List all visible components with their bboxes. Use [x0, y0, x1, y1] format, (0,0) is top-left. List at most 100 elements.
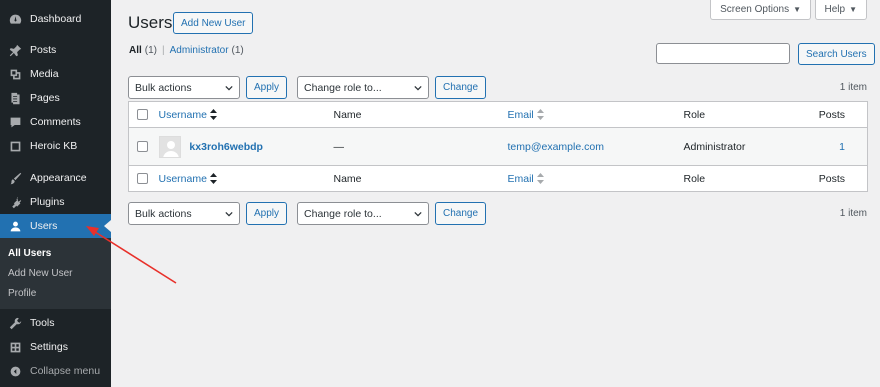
- column-email-footer[interactable]: Email: [502, 166, 678, 192]
- help-label: Help: [824, 4, 846, 15]
- menu-item-appearance[interactable]: Appearance: [0, 166, 111, 190]
- users-icon: [0, 220, 30, 233]
- sort-icon: [209, 109, 217, 121]
- chevron-down-icon: [225, 85, 233, 90]
- menu-label: Pages: [30, 92, 60, 104]
- filter-admin-count: (1): [231, 45, 244, 56]
- filter-separator: |: [162, 45, 165, 56]
- column-name: Name: [333, 108, 362, 121]
- admin-sidebar: Dashboard Posts Media Pages Comments Her…: [0, 0, 111, 387]
- menu-item-users[interactable]: Users: [0, 214, 111, 238]
- apply-button[interactable]: Apply: [246, 76, 288, 99]
- search-users-button[interactable]: Search Users: [798, 43, 875, 65]
- user-role: Administrator: [677, 127, 798, 166]
- posts-count-link[interactable]: 1: [839, 141, 845, 153]
- table-footer-row: Username Name Email Role Posts: [128, 165, 868, 192]
- change-role-select[interactable]: Change role to...: [297, 76, 430, 99]
- row-checkbox[interactable]: [137, 141, 148, 153]
- username-link[interactable]: kx3roh6webdp: [189, 141, 263, 153]
- select-all-checkbox[interactable]: [137, 109, 148, 121]
- column-name-footer: Name: [333, 172, 362, 185]
- pages-icon: [0, 92, 30, 105]
- caret-down-icon: ▼: [849, 5, 857, 14]
- menu-item-pages[interactable]: Pages: [0, 86, 111, 110]
- tablenav-top: Bulk actions Apply Change role to... Cha…: [128, 76, 487, 99]
- filter-administrator[interactable]: Administrator: [170, 45, 229, 56]
- change-role-button[interactable]: Change: [435, 76, 487, 99]
- menu-item-tools[interactable]: Tools: [0, 311, 111, 335]
- change-role-select-bottom[interactable]: Change role to...: [297, 202, 430, 225]
- dashboard-icon: [0, 13, 30, 26]
- menu-label: Plugins: [30, 196, 65, 208]
- menu-label: Settings: [30, 341, 68, 353]
- column-role-footer: Role: [683, 172, 706, 185]
- menu-item-collapse[interactable]: Collapse menu: [0, 359, 111, 383]
- apply-button-bottom[interactable]: Apply: [246, 202, 288, 225]
- users-submenu: All Users Add New User Profile: [0, 238, 111, 309]
- item-count-bottom: 1 item: [839, 208, 867, 219]
- menu-label: Users: [30, 220, 58, 232]
- menu-item-posts[interactable]: Posts: [0, 38, 111, 62]
- add-new-user-button[interactable]: Add New User: [173, 12, 254, 34]
- menu-item-heroic-kb[interactable]: Heroic KB: [0, 134, 111, 158]
- media-icon: [0, 68, 30, 81]
- column-posts-footer: Posts: [818, 172, 845, 185]
- menu-label: Appearance: [30, 172, 87, 184]
- chevron-down-icon: [414, 85, 422, 90]
- sort-icon: [209, 173, 217, 185]
- column-role: Role: [683, 108, 706, 121]
- caret-down-icon: ▼: [793, 5, 801, 14]
- submenu-add-new-user[interactable]: Add New User: [0, 263, 111, 283]
- select-all-checkbox-footer[interactable]: [137, 173, 148, 185]
- menu-label: Dashboard: [30, 13, 82, 25]
- menu-item-settings[interactable]: Settings: [0, 335, 111, 359]
- screen-options-label: Screen Options: [720, 4, 790, 15]
- column-email[interactable]: Email: [502, 102, 678, 128]
- chevron-down-icon: [414, 211, 422, 216]
- comments-icon: [0, 116, 30, 129]
- role-filter-links: All (1) | Administrator (1): [129, 45, 244, 56]
- paintbrush-icon: [0, 172, 30, 185]
- wrench-icon: [0, 317, 30, 330]
- menu-label: Collapse menu: [30, 365, 101, 377]
- menu-label: Media: [30, 68, 59, 80]
- table-header-row: Username Name Email Role Posts: [128, 102, 868, 128]
- user-name: —: [327, 127, 502, 166]
- pin-icon: [0, 44, 30, 57]
- menu-item-comments[interactable]: Comments: [0, 110, 111, 134]
- menu-label: Comments: [30, 116, 81, 128]
- page-title: Users: [128, 13, 173, 32]
- column-username[interactable]: Username: [153, 102, 328, 128]
- tablenav-bottom: Bulk actions Apply Change role to... Cha…: [128, 202, 487, 225]
- submenu-profile[interactable]: Profile: [0, 283, 111, 303]
- plugins-icon: [0, 196, 30, 209]
- column-username-footer[interactable]: Username: [153, 166, 328, 192]
- main-content: Screen Options ▼ Help ▼ Users Add New Us…: [111, 0, 880, 387]
- submenu-all-users[interactable]: All Users: [0, 243, 111, 263]
- menu-item-media[interactable]: Media: [0, 62, 111, 86]
- collapse-icon: [0, 365, 30, 378]
- menu-item-dashboard[interactable]: Dashboard: [0, 7, 111, 31]
- bulk-actions-select[interactable]: Bulk actions: [128, 76, 240, 99]
- bulk-actions-select-bottom[interactable]: Bulk actions: [128, 202, 240, 225]
- kb-icon: [0, 140, 30, 153]
- search-users-input[interactable]: [656, 43, 790, 64]
- menu-item-plugins[interactable]: Plugins: [0, 190, 111, 214]
- menu-label: Tools: [30, 317, 55, 329]
- users-table: Username Name Email Role Posts kx3roh6we…: [128, 101, 868, 192]
- table-row: kx3roh6webdp — temp@example.com Administ…: [128, 127, 868, 166]
- help-tab[interactable]: Help ▼: [814, 0, 867, 20]
- item-count-top: 1 item: [839, 82, 867, 93]
- email-link[interactable]: temp@example.com: [508, 141, 604, 153]
- menu-label: Posts: [30, 44, 57, 56]
- settings-icon: [0, 341, 30, 354]
- column-posts: Posts: [818, 108, 845, 121]
- sort-icon: [536, 173, 544, 185]
- menu-label: Heroic KB: [30, 140, 78, 152]
- filter-all-count: (1): [144, 45, 158, 56]
- avatar: [158, 135, 181, 158]
- change-role-button-bottom[interactable]: Change: [435, 202, 487, 225]
- sort-icon: [536, 109, 544, 121]
- filter-all[interactable]: All: [129, 45, 142, 56]
- screen-options-tab[interactable]: Screen Options ▼: [710, 0, 811, 20]
